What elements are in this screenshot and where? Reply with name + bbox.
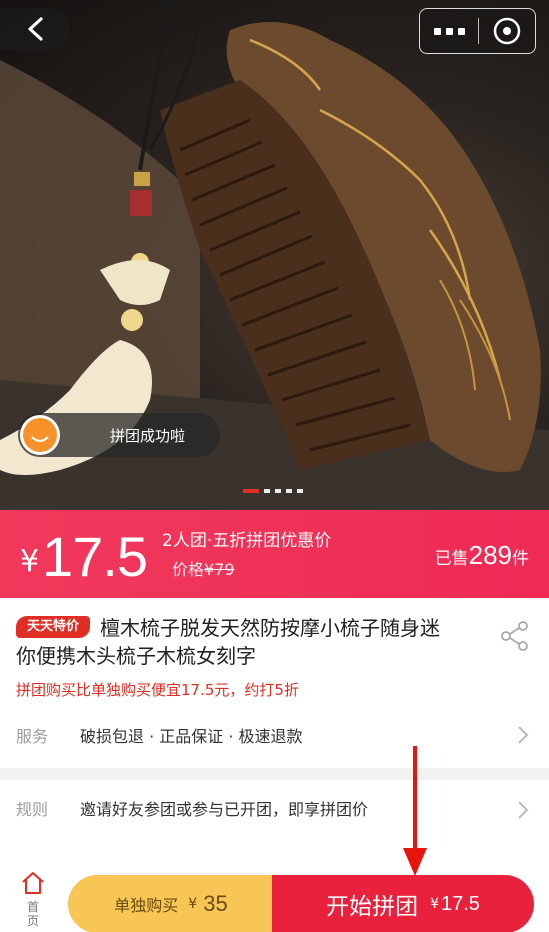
product-info: 天天特价 檀木梳子脱发天然防按摩小梳子随身迷 你便携木头梳子木梳女刻字 拼团购买… <box>0 598 549 768</box>
sold-suffix: 件 <box>512 549 529 569</box>
start-group-button[interactable]: 开始拼团 ¥ 17.5 <box>272 875 534 932</box>
back-button[interactable] <box>0 8 70 50</box>
bottom-action-bar: 首 页 单独购买 ¥ 35 开始拼团 ¥ 17.5 <box>0 860 549 932</box>
more-dot-icon <box>445 27 453 35</box>
sold-prefix: 已售 <box>434 549 469 569</box>
smile-face-icon <box>31 436 49 442</box>
rule-label: 规则 <box>16 800 49 819</box>
avatar <box>20 415 60 455</box>
chevron-right-icon[interactable] <box>517 800 529 820</box>
original-price-label: 价格 <box>172 560 205 579</box>
home-button[interactable]: 首 页 <box>8 870 58 928</box>
home-label-2: 页 <box>26 914 39 928</box>
carousel-dot-active <box>243 489 259 493</box>
group-savings-text: 拼团购买比单独购买便宜17.5元，约打5折 <box>16 681 299 699</box>
close-mini-program-button[interactable] <box>479 16 535 46</box>
original-price-value: ¥79 <box>204 560 235 579</box>
chevron-left-icon <box>28 17 43 41</box>
service-label: 服务 <box>16 727 49 746</box>
product-title-line-1: 檀木梳子脱发天然防按摩小梳子随身迷 <box>100 616 440 640</box>
mini-program-capsule <box>419 8 536 54</box>
buy-alone-label: 单独购买 <box>114 896 179 915</box>
more-menu-button[interactable] <box>420 9 478 53</box>
home-icon <box>22 872 44 894</box>
original-price: 价格¥79 <box>172 556 235 580</box>
buy-alone-button[interactable]: 单独购买 ¥ 35 <box>68 875 274 932</box>
service-text[interactable]: 破损包退 · 正品保证 · 极速退款 <box>80 723 303 747</box>
carousel-indicator <box>243 489 303 493</box>
section-divider <box>0 768 549 780</box>
group-price-description: 2人团·五折拼团优惠价 <box>162 531 332 551</box>
sold-count: 已售289件 <box>435 540 529 571</box>
close-circle-icon <box>493 17 521 45</box>
more-dot-icon <box>457 27 465 35</box>
share-icon <box>501 621 528 651</box>
share-button[interactable] <box>500 620 530 656</box>
carousel-dot <box>286 489 292 493</box>
rule-row[interactable]: 规则 邀请好友参团或参与已开团，即享拼团价 <box>0 780 549 860</box>
chevron-right-icon[interactable] <box>517 725 529 745</box>
toast-text: 拼团成功啦 <box>110 426 186 445</box>
group-success-toast: 拼团成功啦 <box>18 413 220 457</box>
group-price: 17.5 <box>42 525 148 588</box>
price-bar: ¥ 17.5 2人团·五折拼团优惠价 价格¥79 已售289件 <box>0 510 549 598</box>
buy-alone-price: 35 <box>203 891 228 916</box>
buy-alone-currency: ¥ <box>188 896 198 912</box>
sold-number: 289 <box>468 540 512 570</box>
start-group-price: 17.5 <box>440 892 480 915</box>
rule-text: 邀请好友参团或参与已开团，即享拼团价 <box>80 800 369 819</box>
carousel-dot <box>297 489 303 493</box>
more-dot-icon <box>433 27 441 35</box>
daily-deal-badge: 天天特价 <box>16 616 90 638</box>
carousel-dot <box>264 489 270 493</box>
carousel-dot <box>275 489 281 493</box>
price-currency: ¥ <box>20 544 40 579</box>
start-group-label: 开始拼团 <box>326 894 419 920</box>
home-label-1: 首 <box>26 900 39 914</box>
start-group-currency: ¥ <box>430 896 439 912</box>
product-title-line-2: 你便携木头梳子木梳女刻字 <box>16 644 256 668</box>
